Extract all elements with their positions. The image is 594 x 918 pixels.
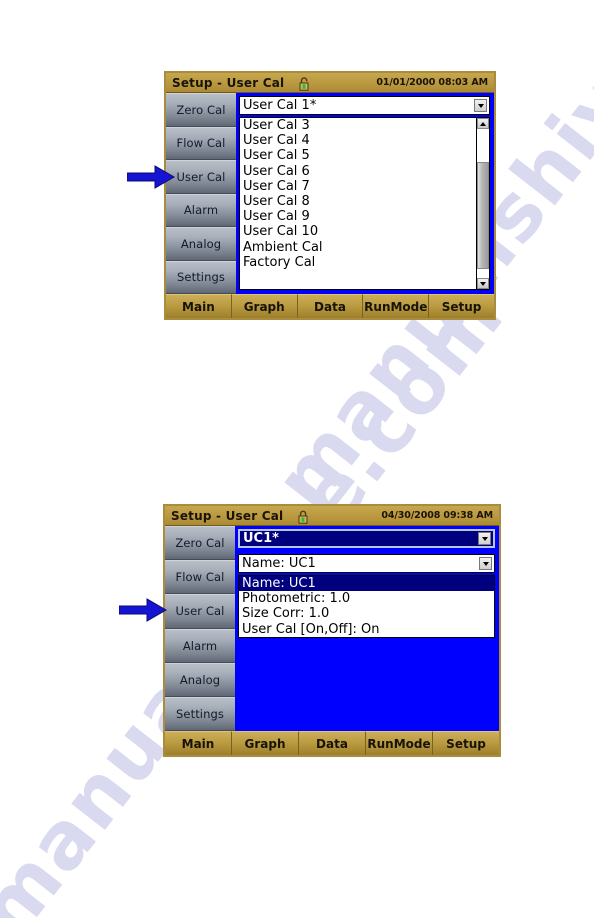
sidebar-item-settings[interactable]: Settings [165, 696, 235, 732]
list-item[interactable]: Ambient Cal [240, 240, 476, 255]
tab-data[interactable]: Data [297, 294, 364, 318]
parameter-combo-box[interactable]: Name: UC1 [238, 554, 495, 573]
tab-runmode[interactable]: RunMode [366, 731, 433, 755]
screen-body: Zero Cal Flow Cal User Cal Alarm Analog … [166, 93, 494, 294]
right-arrow-annotation [126, 164, 175, 190]
chevron-down-icon[interactable] [478, 532, 491, 545]
device-screenshot-user-cal-detail: Setup - User Cal 04/30/2008 09:38 AM Zer… [163, 504, 501, 757]
sidebar-item-alarm[interactable]: Alarm [165, 628, 235, 663]
chevron-down-icon[interactable] [474, 99, 487, 112]
list-item[interactable]: User Cal 3 [240, 118, 476, 133]
title-bar: Setup - User Cal 04/30/2008 09:38 AM [165, 506, 499, 526]
sidebar-item-label: User Cal [176, 169, 226, 184]
list-item[interactable]: User Cal 5 [240, 148, 476, 163]
list-item[interactable]: Name: UC1 [239, 576, 494, 592]
right-arrow-annotation [118, 597, 167, 623]
sidebar-item-label: Settings [177, 270, 225, 285]
tab-label: Graph [244, 736, 286, 751]
user-cal-list[interactable]: User Cal 3 User Cal 4 User Cal 5 User Ca… [239, 117, 490, 290]
list-item[interactable]: User Cal 4 [240, 133, 476, 148]
tab-label: RunMode [367, 736, 431, 751]
tab-data[interactable]: Data [299, 731, 366, 755]
tab-setup[interactable]: Setup [429, 294, 494, 318]
list-item[interactable]: User Cal 6 [240, 164, 476, 179]
device-screen: Setup - User Cal 01/01/2000 08:03 AM Zer… [166, 73, 494, 318]
tab-label: Setup [441, 299, 482, 314]
sidebar-item-settings[interactable]: Settings [166, 260, 236, 294]
title-datetime: 01/01/2000 08:03 AM [376, 77, 488, 88]
scrollbar-thumb[interactable] [477, 161, 489, 270]
sidebar-item-analog[interactable]: Analog [166, 227, 236, 261]
device-screen: Setup - User Cal 04/30/2008 09:38 AM Zer… [165, 506, 499, 755]
parameter-list[interactable]: Name: UC1 Photometric: 1.0 Size Corr: 1.… [238, 575, 495, 638]
tab-label: Data [316, 736, 348, 751]
bottom-tab-bar: Main Graph Data RunMode Setup [165, 731, 499, 755]
list-item[interactable]: Size Corr: 1.0 [239, 606, 494, 621]
tab-label: Setup [446, 736, 486, 751]
device-screenshot-user-cal-list: Setup - User Cal 01/01/2000 08:03 AM Zer… [164, 71, 496, 320]
sidebar-item-user-cal[interactable]: User Cal [165, 594, 235, 629]
sidebar-item-analog[interactable]: Analog [165, 662, 235, 697]
sidebar-item-label: Zero Cal [176, 102, 226, 117]
list-items: Name: UC1 Photometric: 1.0 Size Corr: 1.… [239, 576, 494, 637]
sidebar-item-label: Flow Cal [176, 136, 226, 151]
page-title: Setup - User Cal [172, 75, 285, 90]
sidebar-item-alarm[interactable]: Alarm [166, 193, 236, 227]
list-item[interactable]: Photometric: 1.0 [239, 591, 494, 606]
list-item[interactable]: User Cal 10 [240, 224, 476, 239]
tab-graph[interactable]: Graph [232, 731, 299, 755]
tab-label: Main [182, 299, 215, 314]
sidebar-item-label: Analog [179, 672, 221, 687]
sidebar-item-flow-cal[interactable]: Flow Cal [165, 560, 235, 595]
sidebar-item-label: Analog [180, 236, 222, 251]
tab-setup[interactable]: Setup [433, 731, 499, 755]
sidebar: Zero Cal Flow Cal User Cal Alarm Analog … [165, 526, 235, 732]
user-cal-combo-box[interactable]: User Cal 1* [239, 96, 490, 115]
content-panel: User Cal 1* User Cal 3 User Cal 4 User C… [236, 93, 494, 294]
tab-runmode[interactable]: RunMode [363, 294, 430, 318]
list-item[interactable]: Factory Cal [240, 255, 476, 270]
list-vertical-scrollbar[interactable] [476, 118, 489, 289]
combo-selected-value: User Cal 1* [243, 98, 317, 113]
tab-graph[interactable]: Graph [231, 294, 298, 318]
tab-label: Main [181, 736, 215, 751]
content-panel: UC1* Name: UC1 Name: UC1 Photometric: 1.… [235, 526, 499, 731]
sidebar-item-label: Zero Cal [175, 536, 225, 551]
list-item[interactable]: User Cal 9 [240, 209, 476, 224]
list-item[interactable]: User Cal [On,Off]: On [239, 622, 494, 637]
combo-selected-value: Name: UC1 [242, 556, 316, 571]
sidebar-item-user-cal[interactable]: User Cal [166, 160, 236, 194]
sidebar-item-flow-cal[interactable]: Flow Cal [166, 126, 236, 160]
title-bar: Setup - User Cal 01/01/2000 08:03 AM [166, 73, 494, 93]
list-item[interactable]: User Cal 8 [240, 194, 476, 209]
page-title: Setup - User Cal [171, 508, 284, 523]
user-cal-selector-combo-box[interactable]: UC1* [238, 529, 495, 548]
sidebar-item-label: Settings [176, 706, 224, 721]
tab-label: RunMode [364, 299, 428, 314]
sidebar-item-label: Flow Cal [175, 570, 225, 585]
screen-body: Zero Cal Flow Cal User Cal Alarm Analog … [165, 526, 499, 732]
tab-main[interactable]: Main [165, 731, 232, 755]
title-datetime: 04/30/2008 09:38 AM [381, 510, 493, 521]
combo-selected-value: UC1* [243, 531, 279, 546]
sidebar-item-zero-cal[interactable]: Zero Cal [165, 526, 235, 561]
chevron-down-icon[interactable] [479, 557, 492, 570]
tab-main[interactable]: Main [166, 294, 232, 318]
padlock-unlocked-icon [298, 76, 311, 91]
tab-label: Data [314, 299, 346, 314]
sidebar-item-label: Alarm [183, 203, 219, 218]
padlock-locked-icon [297, 509, 310, 524]
sidebar-item-label: User Cal [175, 604, 225, 619]
bottom-tab-bar: Main Graph Data RunMode Setup [166, 294, 494, 318]
scrollbar-track[interactable] [477, 129, 489, 278]
sidebar-item-label: Alarm [182, 638, 218, 653]
sidebar: Zero Cal Flow Cal User Cal Alarm Analog … [166, 93, 236, 294]
scroll-down-arrow-icon[interactable] [477, 278, 489, 289]
list-items: User Cal 3 User Cal 4 User Cal 5 User Ca… [240, 118, 476, 289]
list-item[interactable]: User Cal 7 [240, 179, 476, 194]
tab-label: Graph [243, 299, 285, 314]
sidebar-item-zero-cal[interactable]: Zero Cal [166, 93, 236, 127]
scroll-up-arrow-icon[interactable] [477, 118, 489, 129]
